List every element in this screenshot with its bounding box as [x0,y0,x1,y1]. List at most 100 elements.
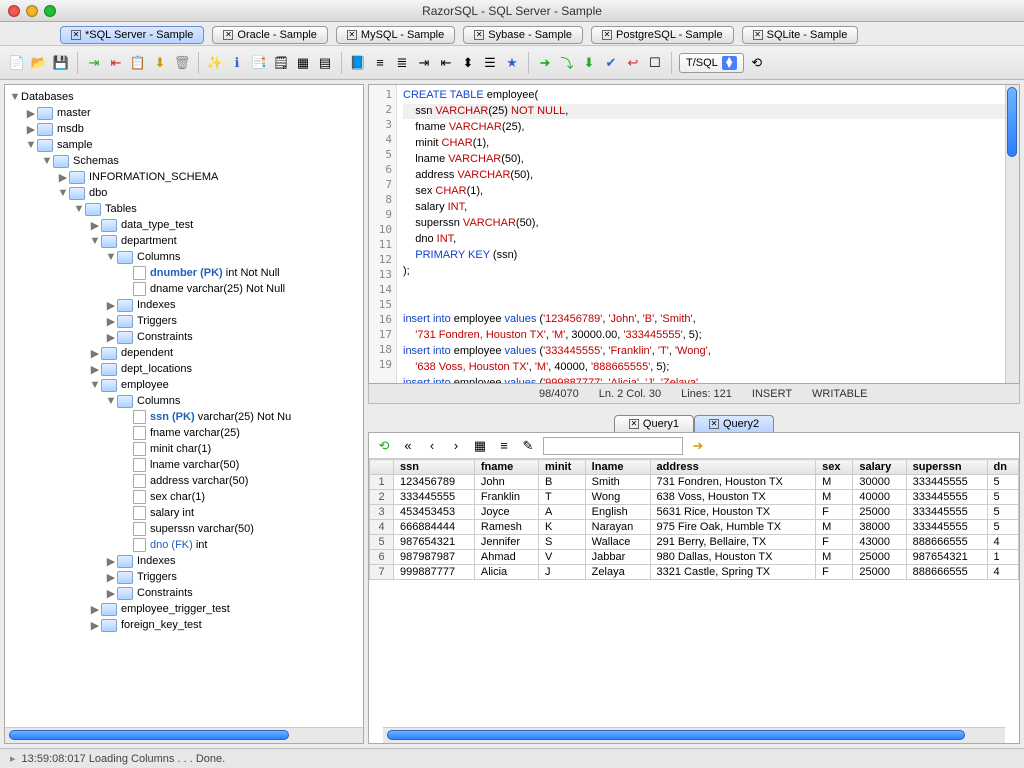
grid-cell[interactable]: M [816,550,853,565]
tree-row[interactable]: dnumber (PK) int Not Null [5,265,363,281]
grid-header[interactable]: address [650,460,816,475]
grid-header[interactable]: sex [816,460,853,475]
tree-toggle-icon[interactable]: ▶ [105,315,117,328]
tree-toggle-icon[interactable]: ▶ [105,299,117,312]
execute-step-icon[interactable]: ⤵ [558,54,576,72]
grid-cell[interactable]: M [816,490,853,505]
save-file-icon[interactable]: 💾 [52,54,70,72]
tree-toggle-icon[interactable]: ▶ [89,619,101,632]
grid-cell[interactable]: 333445555 [906,475,987,490]
doc-tab[interactable]: ✕Sybase - Sample [463,26,583,44]
tree-row[interactable]: ▼dbo [5,185,363,201]
tree-row[interactable]: ▼sample [5,137,363,153]
close-result-tab-icon[interactable]: ✕ [629,419,639,429]
grid-header[interactable]: lname [585,460,650,475]
grid-cell[interactable]: Ramesh [474,520,538,535]
tree-row[interactable]: ▼employee [5,377,363,393]
close-tab-icon[interactable]: ✕ [753,30,763,40]
grid-cell[interactable]: 3321 Castle, Spring TX [650,565,816,580]
tree-row[interactable]: ▶data_type_test [5,217,363,233]
indent-icon[interactable]: ⇥ [415,54,433,72]
tree-row[interactable]: ▶Triggers [5,569,363,585]
grid-cell[interactable]: B [539,475,586,490]
tree-toggle-icon[interactable]: ▶ [25,107,37,120]
grid-cell[interactable]: 1 [987,550,1019,565]
disconnect-icon[interactable]: ⇤ [107,54,125,72]
doc-tab[interactable]: ✕Oracle - Sample [212,26,327,44]
tree-row[interactable]: dno (FK) int [5,537,363,553]
commit-icon[interactable]: ✔ [602,54,620,72]
edit-icon[interactable]: ✎ [519,437,537,455]
sql-editor[interactable]: 12345678910111213141516171819 CREATE TAB… [368,84,1020,384]
tree-row[interactable]: dname varchar(25) Not Null [5,281,363,297]
tree-row[interactable]: superssn varchar(50) [5,521,363,537]
rollback-icon[interactable]: ↩ [624,54,642,72]
grid-cell[interactable]: 25000 [853,505,906,520]
grid-cell[interactable]: 5631 Rice, Houston TX [650,505,816,520]
format-icon[interactable]: ☰ [481,54,499,72]
tree-row[interactable]: ▶Triggers [5,313,363,329]
new-file-icon[interactable]: 📄 [8,54,26,72]
grid-cell[interactable]: 453453453 [394,505,475,520]
grid-cell[interactable]: 38000 [853,520,906,535]
language-select[interactable]: T/SQL ▲▼ [679,53,744,73]
tree-row[interactable]: ▼department [5,233,363,249]
grid-cell[interactable]: 888666555 [906,535,987,550]
doc-tab[interactable]: ✕SQLite - Sample [742,26,859,44]
tree-toggle-icon[interactable]: ▼ [57,187,69,199]
grid-cell[interactable]: 731 Fondren, Houston TX [650,475,816,490]
paste-icon[interactable]: ⬇ [151,54,169,72]
grid-cell[interactable]: English [585,505,650,520]
doc-tab[interactable]: ✕*SQL Server - Sample [60,26,204,44]
close-tab-icon[interactable]: ✕ [474,30,484,40]
grid-header[interactable]: fname [474,460,538,475]
tree-row[interactable]: salary int [5,505,363,521]
grid-header[interactable]: ssn [394,460,475,475]
grid-cell[interactable]: Ahmad [474,550,538,565]
result-tab[interactable]: ✕Query2 [694,415,774,432]
grid-cell[interactable]: 30000 [853,475,906,490]
tree-toggle-icon[interactable]: ▼ [41,155,53,167]
grid-cell[interactable]: 333445555 [394,490,475,505]
doc-tab[interactable]: ✕MySQL - Sample [336,26,455,44]
tree-toggle-icon[interactable]: ▶ [89,363,101,376]
grid-cell[interactable]: 123456789 [394,475,475,490]
tree-toggle-icon[interactable]: ▶ [57,171,69,184]
result-grid[interactable]: ssnfnameminitlnameaddresssexsalarysupers… [369,459,1019,727]
prev-page-icon[interactable]: ‹ [423,437,441,455]
grid-cell[interactable]: 888666555 [906,565,987,580]
tree-toggle-icon[interactable]: ▼ [25,139,37,151]
tree-row[interactable]: ▶master [5,105,363,121]
tree-row[interactable]: ▶INFORMATION_SCHEMA [5,169,363,185]
close-result-tab-icon[interactable]: ✕ [709,419,719,429]
grid-cell[interactable]: 980 Dallas, Houston TX [650,550,816,565]
grid-cell[interactable]: M [816,475,853,490]
grid-cell[interactable]: 5 [987,475,1019,490]
grid-cell[interactable]: S [539,535,586,550]
grid-cell[interactable]: T [539,490,586,505]
tree-row[interactable]: ▼Tables [5,201,363,217]
grid-horizontal-scrollbar[interactable] [383,727,1005,743]
tree-row[interactable]: fname varchar(25) [5,425,363,441]
grid-cell[interactable]: 5 [987,490,1019,505]
tree-toggle-icon[interactable]: ▶ [89,603,101,616]
tree-row[interactable]: ▶employee_trigger_test [5,601,363,617]
delete-icon[interactable]: 🗑 [173,54,191,72]
editor-vertical-scrollbar[interactable] [1005,85,1019,383]
query-builder-icon[interactable]: 🗒 [272,54,290,72]
grid-header[interactable]: dn [987,460,1019,475]
grid-icon[interactable]: ▤ [316,54,334,72]
sort-icon[interactable]: ⬍ [459,54,477,72]
execute-all-icon[interactable]: ⬇ [580,54,598,72]
grid-cell[interactable]: F [816,505,853,520]
result-search-input[interactable] [543,437,683,455]
grid-cell[interactable]: 4 [987,565,1019,580]
grid-cell[interactable]: 638 Voss, Houston TX [650,490,816,505]
tree-row[interactable]: ▶Constraints [5,329,363,345]
grid-cell[interactable]: 40000 [853,490,906,505]
tree-row[interactable]: sex char(1) [5,489,363,505]
tree-row[interactable]: ▶foreign_key_test [5,617,363,633]
grid-cell[interactable]: 999887777 [394,565,475,580]
grid-cell[interactable]: M [816,520,853,535]
tree-toggle-icon[interactable]: ▼ [105,251,117,263]
